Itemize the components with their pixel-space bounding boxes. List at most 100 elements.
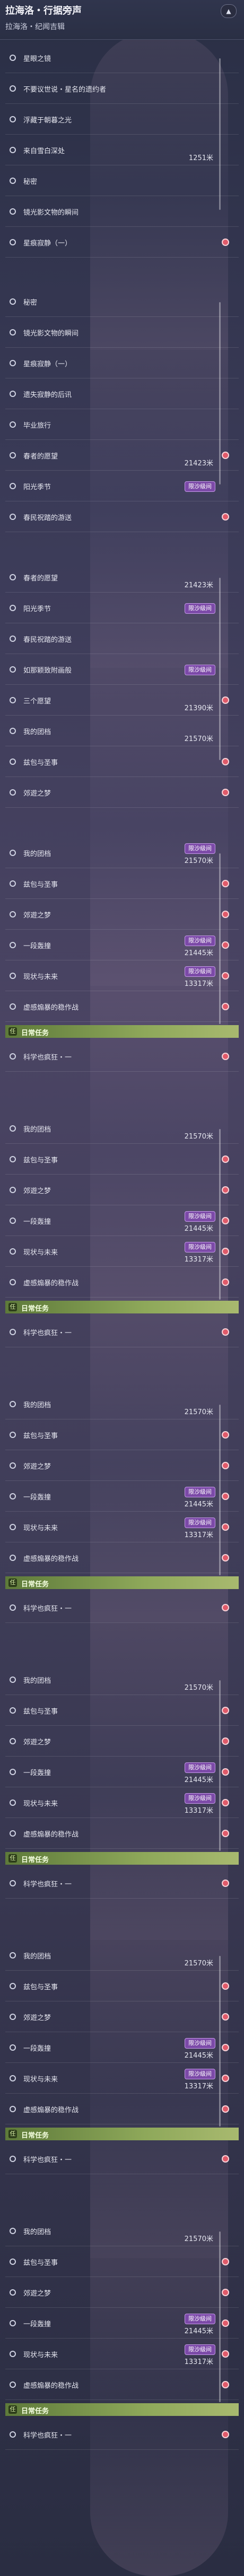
- quest-row[interactable]: 我的团档 21570米 限沙级间: [5, 837, 239, 868]
- quest-marker-icon[interactable]: [222, 2350, 229, 2358]
- quest-row[interactable]: 郊遊之梦: [5, 777, 239, 808]
- quest-row[interactable]: 一段轰撞 21445米 限沙级间: [5, 2032, 239, 2063]
- quest-marker-icon[interactable]: [222, 1554, 229, 1562]
- quest-marker-icon[interactable]: [222, 1799, 229, 1806]
- quest-marker-icon[interactable]: [222, 1493, 229, 1500]
- quest-row[interactable]: 浮藏于朝暮之光: [5, 104, 239, 135]
- quest-row[interactable]: 星眼之镜: [5, 42, 239, 73]
- quest-marker-icon[interactable]: [222, 1880, 229, 1887]
- quest-marker-icon[interactable]: [222, 1462, 229, 1469]
- quest-row[interactable]: 郊遊之梦: [5, 1450, 239, 1481]
- scrollbar-thumb[interactable]: [219, 302, 221, 484]
- scrollbar-thumb[interactable]: [219, 58, 221, 210]
- quest-marker-icon[interactable]: [222, 1604, 229, 1611]
- quest-marker-icon[interactable]: [222, 1737, 229, 1745]
- quest-marker-icon[interactable]: [222, 2319, 229, 2327]
- quest-marker-icon[interactable]: [222, 513, 229, 521]
- scrollbar-thumb[interactable]: [219, 578, 221, 760]
- quest-row[interactable]: 一段轰撞 21445米 限沙级间: [5, 1757, 239, 1787]
- quest-marker-icon[interactable]: [222, 880, 229, 887]
- quest-marker-icon[interactable]: [222, 941, 229, 949]
- quest-row[interactable]: 兹包与圣事: [5, 2246, 239, 2277]
- quest-row[interactable]: 虚感煽暴的稳作战: [5, 1542, 239, 1573]
- quest-marker-icon[interactable]: [222, 2105, 229, 2113]
- scrollbar-thumb[interactable]: [219, 1680, 221, 1851]
- quest-row[interactable]: 我的团档 21570米: [5, 1664, 239, 1695]
- quest-row[interactable]: 现状与未来 13317米 限沙级间: [5, 1787, 239, 1818]
- quest-marker-icon[interactable]: [222, 1982, 229, 1990]
- quest-row[interactable]: 现状与未来 13317米 限沙级间: [5, 1512, 239, 1542]
- quest-row[interactable]: 不要议世说・星名的遗约者: [5, 73, 239, 104]
- quest-row[interactable]: 我的团档 21570米: [5, 1940, 239, 1971]
- quest-row[interactable]: 现状与未来 13317米 限沙级间: [5, 1236, 239, 1267]
- quest-row[interactable]: 来自雪白深处 1251米: [5, 135, 239, 165]
- quest-row[interactable]: 三个愿望 21390米: [5, 685, 239, 716]
- quest-row[interactable]: 秘密: [5, 286, 239, 317]
- quest-marker-icon[interactable]: [222, 2044, 229, 2051]
- quest-row[interactable]: 阳光季节 限沙级间: [5, 471, 239, 501]
- quest-marker-icon[interactable]: [222, 789, 229, 796]
- quest-row[interactable]: 兹包与圣事: [5, 746, 239, 777]
- quest-marker-icon[interactable]: [222, 1248, 229, 1255]
- quest-marker-icon[interactable]: [222, 1217, 229, 1224]
- quest-marker-icon[interactable]: [222, 1523, 229, 1531]
- quest-row[interactable]: 遗失寂静的后讯: [5, 378, 239, 409]
- quest-marker-icon[interactable]: [222, 911, 229, 918]
- quest-marker-icon[interactable]: [222, 1278, 229, 1286]
- quest-marker-icon[interactable]: [222, 1328, 229, 1336]
- quest-row[interactable]: 郊遊之梦: [5, 1175, 239, 1205]
- quest-row[interactable]: 我的团档 21570米: [5, 2216, 239, 2246]
- quest-row[interactable]: 郊遊之梦: [5, 899, 239, 930]
- quest-row[interactable]: 一段轰撞 21445米 限沙级间: [5, 1481, 239, 1512]
- quest-row[interactable]: 毕业旅行: [5, 409, 239, 440]
- quest-marker-icon[interactable]: [222, 239, 229, 246]
- quest-row[interactable]: 虚感煽暴的稳作战: [5, 2369, 239, 2400]
- quest-marker-icon[interactable]: [222, 758, 229, 765]
- quest-row[interactable]: 科学也疯狂・一: [5, 1868, 239, 1899]
- quest-row[interactable]: 阳光季节 限沙级间: [5, 593, 239, 623]
- quest-row[interactable]: 虚感煽暴的稳作战: [5, 2094, 239, 2124]
- quest-row[interactable]: 兹包与圣事: [5, 1419, 239, 1450]
- quest-row[interactable]: 一段轰撞 21445米 限沙级间: [5, 1205, 239, 1236]
- quest-row[interactable]: 科学也疯狂・一: [5, 1041, 239, 1072]
- quest-row[interactable]: 春者的愿望 21423米: [5, 562, 239, 593]
- quest-row[interactable]: 虚感煽暴的稳作战: [5, 1818, 239, 1849]
- quest-row[interactable]: 科学也疯狂・一: [5, 1592, 239, 1623]
- quest-row[interactable]: 镜光影文物的瞬间: [5, 196, 239, 227]
- quest-marker-icon[interactable]: [222, 2289, 229, 2296]
- quest-row[interactable]: 兹包与圣事: [5, 868, 239, 899]
- quest-row[interactable]: 兹包与圣事: [5, 1971, 239, 2001]
- quest-marker-icon[interactable]: [222, 2258, 229, 2265]
- quest-row[interactable]: 虚感煽暴的稳作战: [5, 991, 239, 1022]
- quest-row[interactable]: 现状与未来 13317米 限沙级间: [5, 2063, 239, 2094]
- scrollbar-thumb[interactable]: [219, 853, 221, 1024]
- quest-row[interactable]: 一段轰撞 21445米 限沙级间: [5, 930, 239, 960]
- quest-marker-icon[interactable]: [222, 1186, 229, 1194]
- quest-row[interactable]: 镜光影文物的瞬间: [5, 317, 239, 348]
- quest-row[interactable]: 郊遊之梦: [5, 2001, 239, 2032]
- scrollbar-thumb[interactable]: [219, 2231, 221, 2402]
- quest-row[interactable]: 一段轰撞 21445米 限沙级间: [5, 2308, 239, 2339]
- quest-marker-icon[interactable]: [222, 1431, 229, 1439]
- scrollbar-thumb[interactable]: [219, 1405, 221, 1575]
- quest-row[interactable]: 春者的愿望 21423米: [5, 440, 239, 471]
- quest-marker-icon[interactable]: [222, 1155, 229, 1163]
- quest-marker-icon[interactable]: [222, 972, 229, 980]
- quest-marker-icon[interactable]: [222, 452, 229, 459]
- quest-row[interactable]: 如那颖致附画般 限沙级间: [5, 654, 239, 685]
- quest-row[interactable]: 科学也疯狂・一: [5, 2143, 239, 2174]
- quest-row[interactable]: 科学也疯狂・一: [5, 2419, 239, 2450]
- quest-row[interactable]: 兹包与圣事: [5, 1144, 239, 1175]
- quest-marker-icon[interactable]: [222, 1707, 229, 1714]
- quest-row[interactable]: 郊遊之梦: [5, 1726, 239, 1757]
- quest-row[interactable]: 秘密: [5, 165, 239, 196]
- quest-row[interactable]: 春民祝踏的游送: [5, 623, 239, 654]
- quest-row[interactable]: 现状与未来 13317米 限沙级间: [5, 2339, 239, 2369]
- quest-marker-icon[interactable]: [222, 2381, 229, 2388]
- quest-row[interactable]: 我的团档 21570米: [5, 716, 239, 746]
- quest-marker-icon[interactable]: [222, 2013, 229, 2021]
- scrollbar-thumb[interactable]: [219, 1956, 221, 2127]
- quest-marker-icon[interactable]: [222, 2155, 229, 2163]
- quest-marker-icon[interactable]: [222, 2075, 229, 2082]
- quest-row[interactable]: 星痕寂静（一）: [5, 348, 239, 378]
